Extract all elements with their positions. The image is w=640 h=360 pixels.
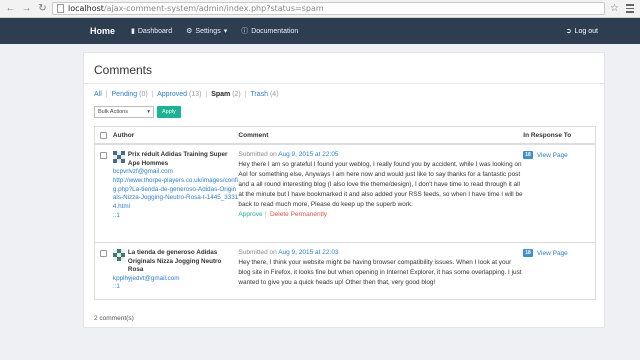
response-cell: 18 View Page xyxy=(523,249,595,299)
avatar xyxy=(112,249,125,261)
comment-meta: Submitted on Aug 9, 2015 at 22:03 xyxy=(238,249,523,256)
comment-text: Hey there I am so grateful I found your … xyxy=(238,161,523,208)
menu-icon[interactable] xyxy=(624,3,636,15)
nav-dashboard[interactable]: ▮ Dashboard xyxy=(131,27,173,36)
back-icon[interactable]: ← xyxy=(4,2,17,15)
row-checkbox[interactable] xyxy=(100,152,108,159)
comment-meta: Submitted on Aug 9, 2015 at 22:05 xyxy=(238,151,523,158)
forward-icon[interactable]: → xyxy=(20,2,33,15)
bulk-actions-bar: Bulk Actions ▾ Apply xyxy=(94,106,181,118)
comments-table: Author Comment In Response To Prix rédui… xyxy=(94,126,596,300)
author-cell: La tienda de generoso Adidas Originals N… xyxy=(112,249,239,299)
filter-approved-count: (13) xyxy=(189,91,202,98)
avatar xyxy=(112,151,125,163)
logout-label: Log out xyxy=(574,27,598,35)
select-all-checkbox[interactable] xyxy=(100,131,108,139)
view-page-link[interactable]: View Page xyxy=(537,152,568,159)
comment-actions: Approve | Delete Permanently xyxy=(238,210,328,218)
filter-trash-count: (4) xyxy=(269,91,279,98)
caret-down-icon: ▾ xyxy=(223,28,228,35)
nav-documentation[interactable]: ⓘ Documentation xyxy=(241,26,298,36)
author-name: La tienda de generoso Adidas Originals N… xyxy=(127,249,222,273)
table-header: Author Comment In Response To xyxy=(95,127,595,145)
status-filters: All | Pending (0) | Approved (13) | Spam… xyxy=(94,91,279,98)
reload-icon[interactable]: ↻ xyxy=(36,2,49,15)
comment-text: Hey there, I think your website might be… xyxy=(238,259,522,286)
page-icon xyxy=(57,4,64,13)
submitted-date[interactable]: Aug 9, 2015 at 22:05 xyxy=(278,151,338,158)
filter-all[interactable]: All xyxy=(94,91,102,98)
author-name: Prix réduit Adidas Training Super Ape Ho… xyxy=(127,151,228,167)
chevron-down-icon: ▾ xyxy=(147,109,150,115)
nav-documentation-label: Documentation xyxy=(251,27,299,35)
header-comment: Comment xyxy=(238,131,269,139)
filter-trash[interactable]: Trash xyxy=(250,91,268,98)
title-divider xyxy=(84,83,604,84)
author-website[interactable]: http://www.thorpe-players.co.uk/images/c… xyxy=(113,177,239,212)
nav-settings-label: Settings xyxy=(195,27,221,35)
nav-settings[interactable]: ⚙ Settings ▾ xyxy=(186,27,228,36)
post-id-badge: 18 xyxy=(523,151,533,159)
comment-total: 2 comment(s) xyxy=(94,315,134,322)
table-row: La tienda de generoso Adidas Originals N… xyxy=(95,243,595,299)
view-page-link[interactable]: View Page xyxy=(537,250,568,257)
author-email[interactable]: bcpvrlvzf@gmail.com xyxy=(113,168,239,177)
author-cell: Prix réduit Adidas Training Super Ape Ho… xyxy=(112,151,239,242)
url-path: /ajax-comment-system/admin/index.php?sta… xyxy=(103,4,324,13)
home-link[interactable]: Home xyxy=(90,26,115,36)
logout-icon: ➲ xyxy=(565,28,572,35)
address-bar[interactable]: localhost/ajax-comment-system/admin/inde… xyxy=(52,2,605,15)
app-navbar: Home ▮ Dashboard ⚙ Settings ▾ ⓘ Document… xyxy=(0,18,640,44)
author-ip[interactable]: ::1 xyxy=(113,212,239,221)
gear-icon: ⚙ xyxy=(186,28,193,35)
header-response: In Response To xyxy=(523,131,572,139)
bulk-actions-value: Bulk Actions xyxy=(98,109,128,115)
url-host: localhost xyxy=(68,4,104,13)
filter-pending-count: (0) xyxy=(139,91,148,98)
filter-pending[interactable]: Pending xyxy=(112,91,138,98)
comment-cell: Submitted on Aug 9, 2015 at 22:03 Hey th… xyxy=(238,249,523,299)
filter-spam[interactable]: Spam xyxy=(211,91,230,98)
apply-button[interactable]: Apply xyxy=(157,106,181,118)
approve-link[interactable]: Approve xyxy=(238,211,262,218)
browser-toolbar: ← → ↻ localhost/ajax-comment-system/admi… xyxy=(0,0,640,18)
filter-spam-count: (2) xyxy=(232,91,241,98)
bulk-actions-select[interactable]: Bulk Actions ▾ xyxy=(94,106,154,118)
page-title: Comments xyxy=(94,63,153,77)
submitted-prefix: Submitted on xyxy=(238,151,277,158)
comment-cell: Submitted on Aug 9, 2015 at 22:05 Hey th… xyxy=(238,151,523,242)
author-ip[interactable]: ::1 xyxy=(113,283,239,292)
submitted-date[interactable]: Aug 9, 2015 at 22:03 xyxy=(278,249,338,256)
row-checkbox[interactable] xyxy=(100,250,108,257)
author-email[interactable]: kpplhyjedvt@gmail.com xyxy=(113,275,239,284)
submitted-prefix: Submitted on xyxy=(238,249,277,256)
comments-panel: Comments All | Pending (0) | Approved (1… xyxy=(83,52,605,328)
response-cell: 18 View Page xyxy=(523,151,595,242)
filter-approved[interactable]: Approved xyxy=(157,91,187,98)
star-icon[interactable]: ☆ xyxy=(608,2,621,15)
header-author: Author xyxy=(112,131,135,139)
table-row: Prix réduit Adidas Training Super Ape Ho… xyxy=(95,145,595,243)
info-icon: ⓘ xyxy=(241,28,249,35)
nav-dashboard-label: Dashboard xyxy=(137,27,173,35)
post-id-badge: 18 xyxy=(523,249,533,257)
delete-permanently-link[interactable]: Delete Permanently xyxy=(270,211,327,218)
logout-link[interactable]: ➲ Log out xyxy=(565,27,598,36)
comment-icon: ▮ xyxy=(131,28,135,35)
